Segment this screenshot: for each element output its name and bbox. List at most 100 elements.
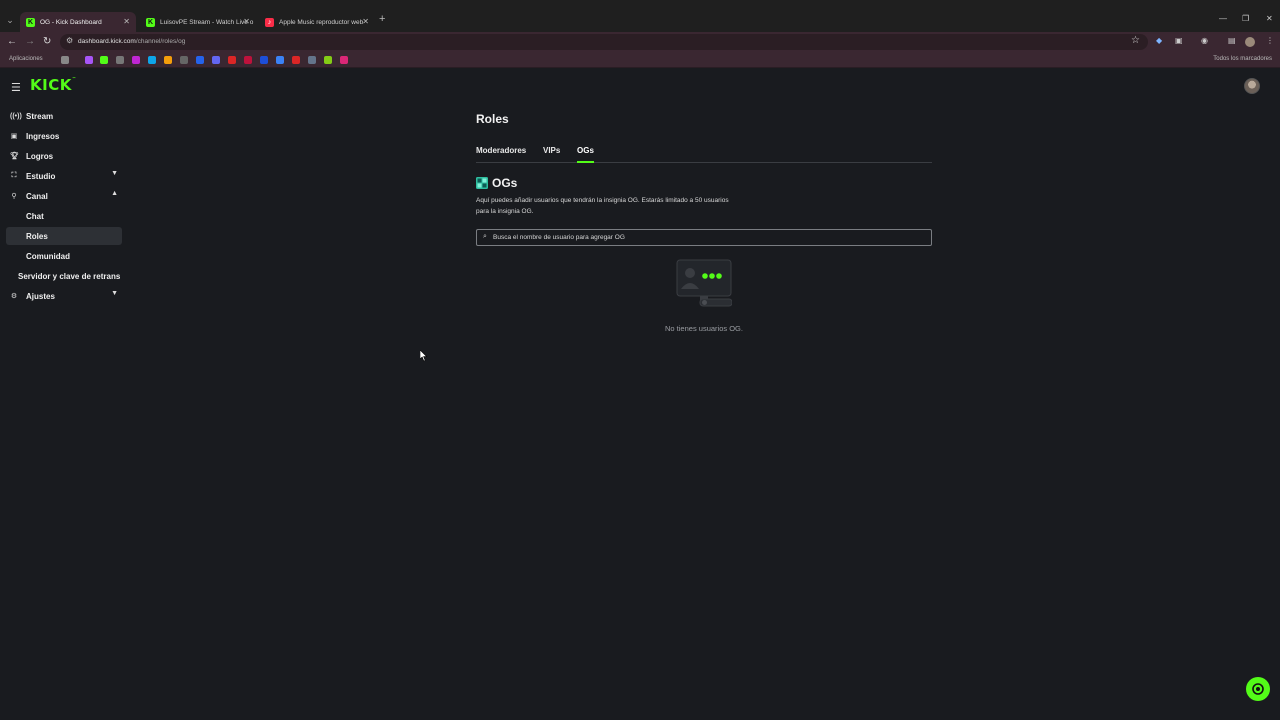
sidebar-subitem-roles[interactable]: Roles [6, 227, 122, 245]
bookmark-icon[interactable] [324, 56, 332, 64]
tabs-divider [476, 162, 932, 163]
tab-vips[interactable]: VIPs [543, 146, 560, 155]
bookmarks-bar: Aplicaciones Todos los marcadores [0, 52, 1280, 68]
bookmark-icon[interactable] [100, 56, 108, 64]
headset-icon [1252, 683, 1264, 695]
tab-title: OG - Kick Dashboard [40, 18, 102, 26]
bookmark-grid-icon[interactable] [61, 56, 69, 64]
bookmark-icon[interactable] [132, 56, 140, 64]
section-title: OGs [492, 176, 518, 190]
forward-icon[interactable]: → [25, 36, 35, 48]
site-info-icon[interactable]: ⚙ [66, 36, 73, 45]
close-icon[interactable]: ✕ [123, 17, 130, 26]
back-icon[interactable]: ← [7, 36, 17, 48]
hamburger-menu-icon[interactable]: ☰ [11, 81, 21, 94]
bookmark-icon[interactable] [292, 56, 300, 64]
sidebar-item-ingresos[interactable]: ▣ Ingresos [6, 127, 122, 145]
bookmark-icon[interactable] [260, 56, 268, 64]
window-close-icon[interactable]: ✕ [1266, 14, 1273, 23]
bookmark-icon[interactable] [116, 56, 124, 64]
download-icon[interactable]: ▤ [1228, 36, 1236, 45]
bookmark-icon[interactable] [196, 56, 204, 64]
sidebar-item-label: Stream [26, 111, 54, 121]
browser-tab-active[interactable]: K OG - Kick Dashboard ✕ [20, 12, 136, 32]
tab-moderadores[interactable]: Moderadores [476, 146, 526, 155]
address-bar[interactable]: ⚙ dashboard.kick.com/channel/roles/og ☆ [60, 34, 1148, 50]
bookmark-icon[interactable] [340, 56, 348, 64]
trophy-icon: 🏆︎ [10, 153, 19, 160]
url-text: dashboard.kick.com/channel/roles/og [78, 38, 186, 45]
bookmark-icon[interactable] [148, 56, 156, 64]
chevron-down-icon: ▼ [111, 290, 118, 297]
minimize-icon[interactable]: — [1219, 14, 1227, 23]
bookmark-icon[interactable] [228, 56, 236, 64]
studio-icon: ⛶ [11, 172, 17, 179]
kick-favicon-icon: K [146, 17, 155, 27]
browser-tab[interactable]: ♪ Apple Music reproductor web ✕ [259, 12, 375, 32]
sidebar-item-label: Comunidad [26, 251, 70, 261]
kick-favicon-icon: K [26, 17, 35, 27]
bookmark-icon[interactable] [308, 56, 316, 64]
tab-title: LuisovPE Stream - Watch Live o [160, 18, 254, 26]
sidebar-item-label: Ajustes [26, 291, 55, 301]
sidebar-item-label: Logros [26, 151, 54, 161]
wallet-icon: ▣ [10, 133, 18, 140]
menu-dots-icon[interactable]: ⋮ [1266, 36, 1274, 45]
reload-icon[interactable]: ↻ [43, 36, 51, 48]
tab-search-icon[interactable]: ⌄ [4, 14, 16, 26]
bookmark-icon[interactable] [212, 56, 220, 64]
bookmark-icon[interactable] [164, 56, 172, 64]
bookmark-icon[interactable] [180, 56, 188, 64]
page-title: Roles [476, 112, 509, 126]
bookmark-star-icon[interactable]: ☆ [1131, 35, 1140, 46]
tab-title: Apple Music reproductor web [279, 18, 364, 26]
section-description: Aquí puedes añadir usuarios que tendrán … [476, 197, 729, 215]
restore-icon[interactable]: ❐ [1242, 14, 1249, 23]
avatar[interactable] [1244, 78, 1260, 94]
extension-icon[interactable]: ◆ [1156, 36, 1162, 45]
channel-icon: ⚲ [11, 193, 17, 200]
apple-music-favicon-icon: ♪ [265, 17, 274, 27]
bookmark-icon[interactable] [244, 56, 252, 64]
tab-ogs[interactable]: OGs [577, 146, 594, 155]
new-tab-icon[interactable]: + [379, 13, 385, 25]
sidebar-subitem-server-key[interactable]: Servidor y clave de retrans [6, 267, 130, 285]
sidebar-item-label: Canal [26, 191, 48, 201]
bookmark-icon[interactable] [276, 56, 284, 64]
sidebar-item-label: Roles [26, 231, 48, 241]
sidebar-item-label: Chat [26, 211, 44, 221]
bookmark-icon[interactable] [85, 56, 93, 64]
broadcast-icon: ((•)) [10, 112, 22, 120]
search-icon: ⌕ [483, 233, 487, 240]
og-badge-icon [476, 177, 488, 189]
empty-users-illustration-icon [676, 259, 732, 307]
sidebar-subitem-comunidad[interactable]: Comunidad [6, 247, 122, 265]
sidebar-item-estudio[interactable]: ⛶ Estudio ▼ [6, 167, 122, 185]
sidebar-subitem-chat[interactable]: Chat [6, 207, 122, 225]
help-chat-button[interactable] [1246, 677, 1270, 701]
active-tab-indicator [577, 161, 594, 163]
mouse-cursor-icon [420, 350, 428, 362]
chevron-down-icon: ▼ [111, 170, 118, 177]
profile-icon[interactable] [1245, 37, 1255, 47]
bookmark-apps[interactable]: Aplicaciones [9, 56, 43, 62]
kick-logo[interactable]: KICK™ [30, 76, 76, 94]
media-icon[interactable]: ◉ [1201, 36, 1208, 45]
sidebar-item-label: Servidor y clave de retrans [18, 271, 121, 281]
sidebar-item-canal[interactable]: ⚲ Canal ▲ [6, 187, 122, 205]
sidebar-item-stream[interactable]: ((•)) Stream [6, 107, 122, 125]
browser-tab[interactable]: K LuisovPE Stream - Watch Live o ✕ [140, 12, 256, 32]
og-search-field[interactable]: ⌕ [476, 229, 932, 246]
close-icon[interactable]: ✕ [362, 17, 369, 26]
sidebar-item-ajustes[interactable]: ⚙ Ajustes ▼ [6, 287, 122, 305]
browser-toolbar: ← → ↻ ⚙ dashboard.kick.com/channel/roles… [0, 32, 1280, 52]
sidebar-item-logros[interactable]: 🏆︎ Logros [6, 147, 122, 165]
browser-tab-strip: ⌄ K OG - Kick Dashboard ✕ K LuisovPE Str… [0, 0, 1280, 32]
all-bookmarks[interactable]: Todos los marcadores [1213, 56, 1272, 62]
gear-icon: ⚙ [10, 293, 18, 300]
chevron-up-icon: ▲ [111, 190, 118, 197]
og-search-input[interactable] [493, 232, 923, 243]
close-icon[interactable]: ✕ [243, 17, 250, 26]
sidebar-item-label: Estudio [26, 171, 56, 181]
extensions-puzzle-icon[interactable]: ▣ [1175, 36, 1183, 45]
